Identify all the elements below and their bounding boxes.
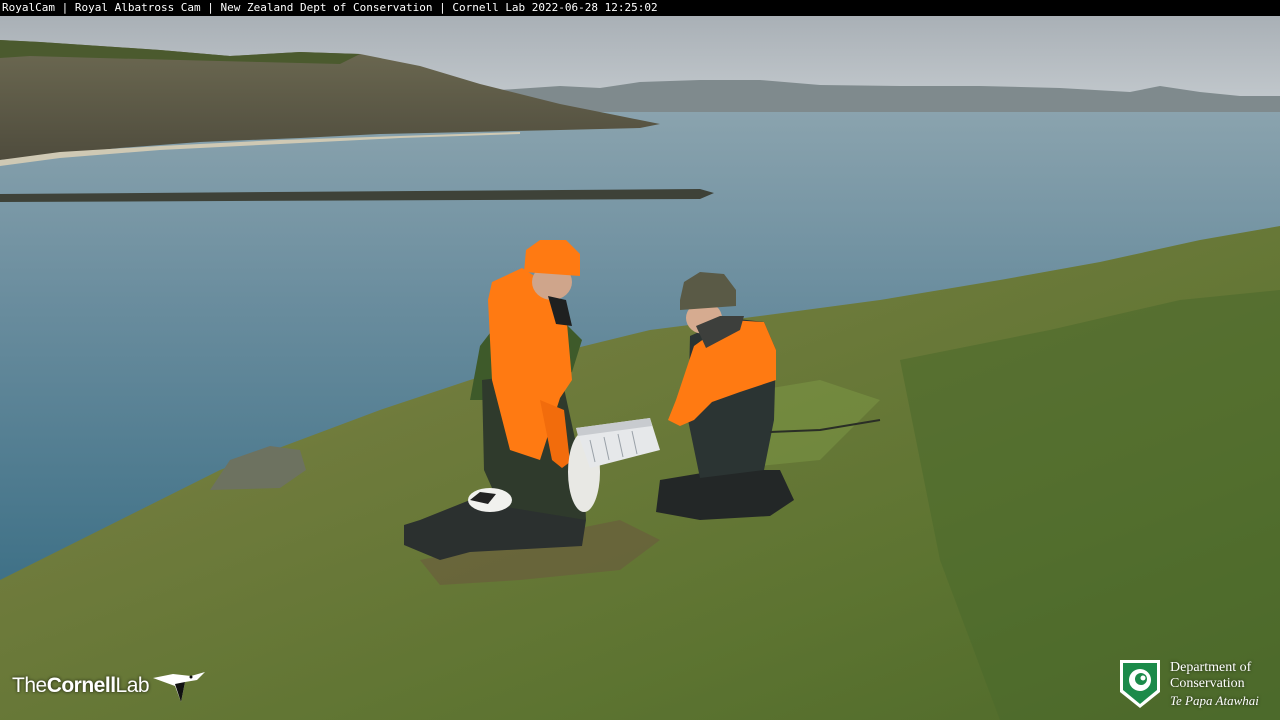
doc-logo-line2: Conservation	[1170, 676, 1245, 691]
doc-koru-icon	[1120, 660, 1160, 708]
person-right-legs	[656, 470, 794, 520]
coastal-scene	[0, 16, 1280, 720]
cornell-logo-lab: Lab	[115, 674, 150, 697]
cornell-lab-logo: The Cornell Lab	[12, 666, 207, 706]
doc-logo-line1: Department of	[1170, 660, 1252, 675]
doc-logo-line3: Te Papa Atawhai	[1170, 693, 1259, 708]
doc-logo: Department of Conservation Te Papa Atawh…	[1116, 656, 1276, 714]
bird-icon	[153, 672, 206, 702]
doc-logo-text: Department of Conservation Te Papa Atawh…	[1170, 660, 1259, 710]
camera-info-bar: RoyalCam | Royal Albatross Cam | New Zea…	[0, 0, 1280, 16]
webcam-video-frame	[0, 0, 1280, 720]
cornell-logo-cornell: Cornell	[46, 674, 116, 697]
cornell-logo-the: The	[12, 674, 47, 697]
